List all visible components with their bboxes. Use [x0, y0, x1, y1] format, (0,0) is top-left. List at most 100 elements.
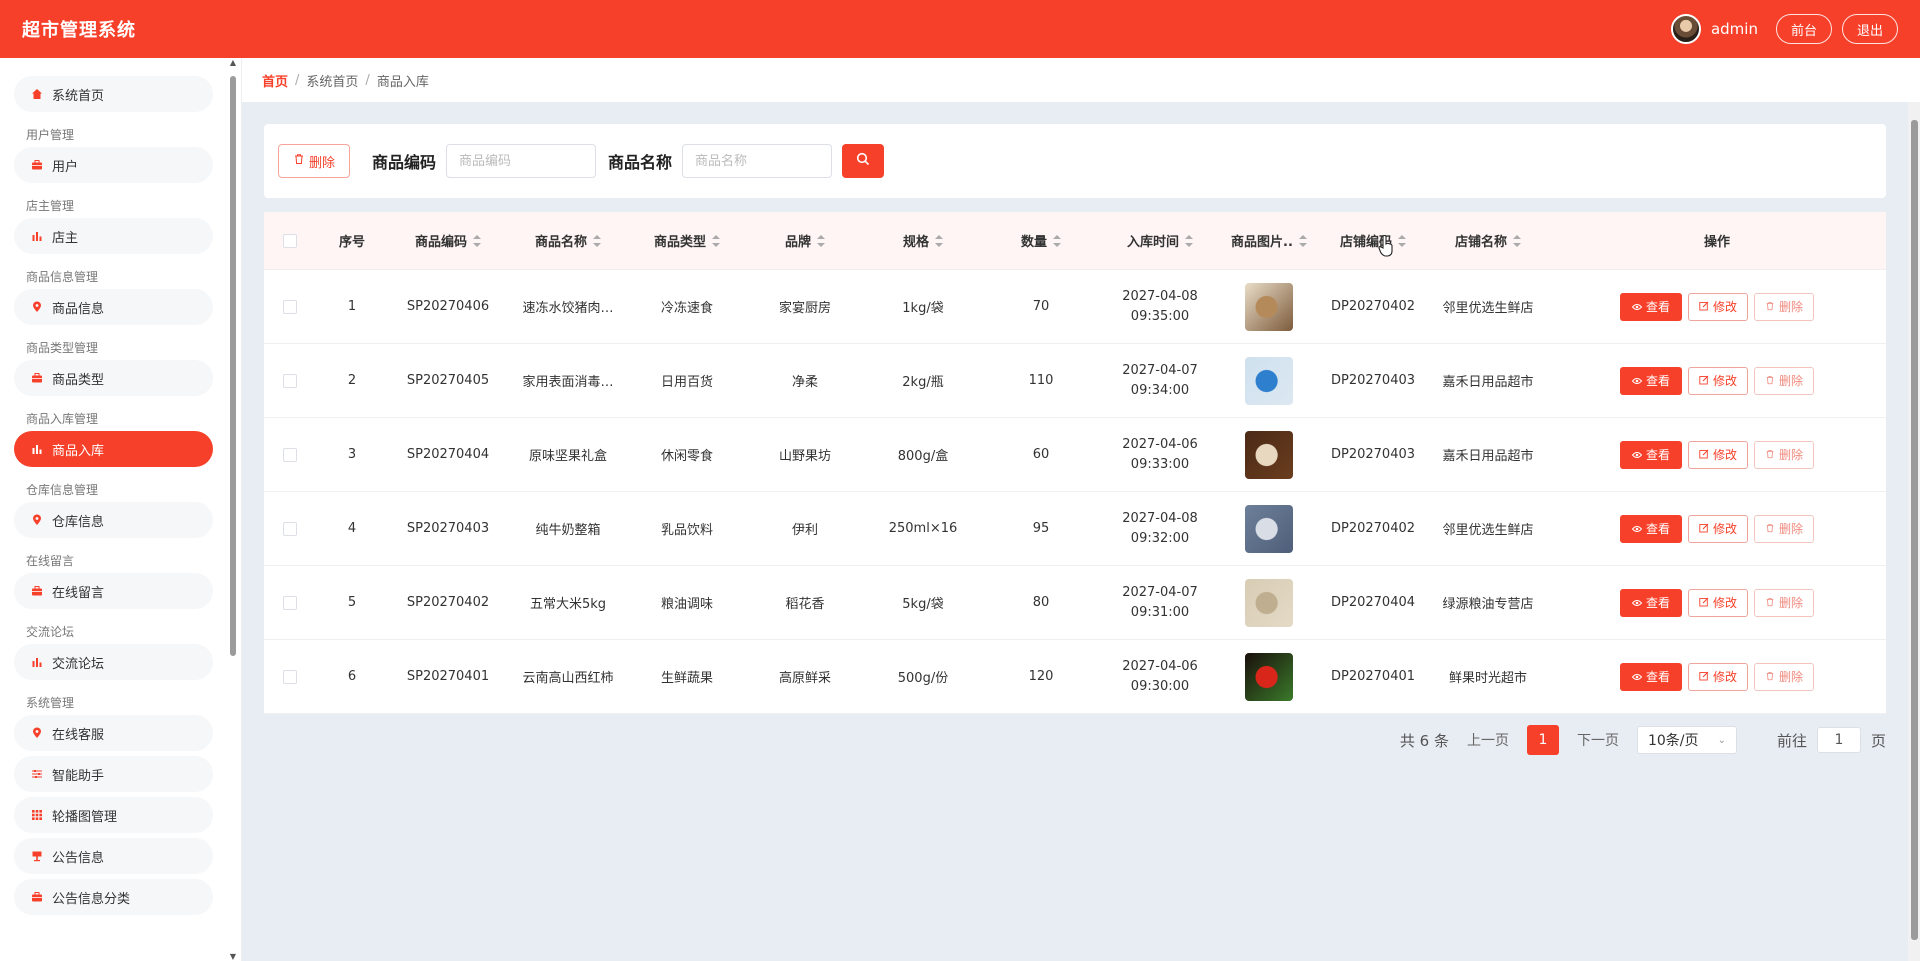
scroll-down-arrow-icon[interactable]: ▼ — [229, 952, 237, 961]
sidebar-item[interactable]: 用户 — [14, 147, 213, 183]
col-header-time[interactable]: 入库时间 — [1100, 231, 1220, 250]
view-button[interactable]: 查看 — [1619, 366, 1682, 395]
sidebar-item-home[interactable]: 系统首页 — [14, 76, 213, 112]
delete-button[interactable]: 删除 — [1754, 366, 1815, 395]
sidebar-item[interactable]: 智能助手 — [14, 756, 213, 792]
col-header-shop-name[interactable]: 店铺名称 — [1428, 231, 1548, 250]
avatar[interactable] — [1670, 14, 1701, 44]
product-thumbnail[interactable] — [1245, 578, 1293, 627]
sidebar-item[interactable]: 交流论坛 — [14, 644, 213, 680]
col-header-image[interactable]: 商品图片.. — [1220, 231, 1318, 250]
sidebar-item[interactable]: 商品入库 — [14, 431, 213, 467]
sidebar-item[interactable]: 公告信息分类 — [14, 879, 213, 915]
product-thumbnail[interactable] — [1245, 652, 1293, 701]
cell-ops: 查看 修改 删除 — [1548, 588, 1886, 617]
edit-button[interactable]: 修改 — [1687, 366, 1748, 395]
view-button[interactable]: 查看 — [1619, 292, 1682, 321]
delete-button[interactable]: 删除 — [1754, 514, 1815, 543]
delete-button[interactable]: 删除 — [1754, 662, 1815, 691]
col-header-label: 商品图片.. — [1231, 235, 1293, 250]
select-all-checkbox[interactable] — [283, 233, 297, 248]
table-row[interactable]: 3 SP20270404 原味坚果礼盒 休闲零食 山野果坊 800g/盒 60 2027-04… — [264, 418, 1886, 492]
sort-icon[interactable] — [1398, 234, 1406, 247]
scroll-up-arrow-icon[interactable]: ▲ — [229, 58, 237, 67]
sidebar-item[interactable]: 仓库信息 — [14, 502, 213, 538]
col-header-type[interactable]: 商品类型 — [628, 231, 746, 250]
table-row[interactable]: 6 SP20270401 云南高山西红柿 生鲜蔬果 高原鲜采 500g/份 120 2027-… — [264, 640, 1886, 714]
col-header-name[interactable]: 商品名称 — [508, 231, 628, 250]
main-scrollbar[interactable] — [1908, 102, 1920, 961]
sidebar-item-label: 在线客服 — [52, 727, 105, 743]
edit-button[interactable]: 修改 — [1687, 662, 1748, 691]
row-checkbox[interactable] — [283, 447, 297, 462]
name-search-input[interactable] — [682, 144, 833, 178]
view-button[interactable]: 查看 — [1619, 588, 1682, 617]
product-thumbnail[interactable] — [1245, 282, 1293, 331]
edit-button[interactable]: 修改 — [1687, 588, 1748, 617]
search-button[interactable] — [842, 144, 885, 178]
product-thumbnail[interactable] — [1245, 356, 1293, 405]
goto-page-input[interactable]: 1 — [1816, 727, 1861, 753]
sort-icon[interactable] — [593, 234, 601, 247]
sort-icon[interactable] — [1513, 234, 1521, 247]
sort-icon[interactable] — [712, 234, 720, 247]
sort-icon[interactable] — [935, 234, 943, 247]
edit-button[interactable]: 修改 — [1687, 514, 1748, 543]
view-button[interactable]: 查看 — [1619, 514, 1682, 543]
cell-index: 6 — [347, 669, 357, 684]
prev-page-button[interactable]: 上一页 — [1467, 730, 1509, 750]
breadcrumb-home[interactable]: 首页 — [262, 71, 288, 90]
page-size-select[interactable]: 10条/页 ⌄ — [1636, 726, 1737, 754]
breadcrumb-level1[interactable]: 系统首页 — [306, 71, 358, 90]
row-checkbox[interactable] — [283, 373, 297, 388]
edit-button[interactable]: 修改 — [1687, 440, 1748, 469]
sort-icon[interactable] — [473, 234, 481, 247]
sidebar-item[interactable]: 店主 — [14, 218, 213, 254]
row-checkbox[interactable] — [283, 521, 297, 536]
row-checkbox[interactable] — [283, 595, 297, 610]
delete-button[interactable]: 删除 — [1754, 440, 1815, 469]
sidebar-item[interactable]: 在线留言 — [14, 573, 213, 609]
view-button[interactable]: 查看 — [1619, 662, 1682, 691]
sidebar-item[interactable]: 商品类型 — [14, 360, 213, 396]
front-button[interactable]: 前台 — [1775, 14, 1832, 44]
col-header-code[interactable]: 商品编码 — [388, 231, 508, 250]
sort-icon[interactable] — [1185, 234, 1193, 247]
table-row[interactable]: 5 SP20270402 五常大米5kg 粮油调味 稻花香 5kg/袋 80 2027-04-… — [264, 566, 1886, 640]
delete-button[interactable]: 删除 — [1754, 588, 1815, 617]
sidebar-item[interactable]: 在线客服 — [14, 715, 213, 751]
col-header-brand[interactable]: 品牌 — [746, 231, 864, 250]
sidebar-item-label: 交流论坛 — [52, 656, 105, 672]
sidebar-item[interactable]: 商品信息 — [14, 289, 213, 325]
logout-button[interactable]: 退出 — [1841, 14, 1898, 44]
table-row[interactable]: 4 SP20270403 纯牛奶整箱 乳品饮料 伊利 250ml×16 95 2027-04-… — [264, 492, 1886, 566]
sort-icon[interactable] — [817, 234, 825, 247]
delete-button[interactable]: 删除 — [1754, 292, 1815, 321]
sidebar-group-title: 在线留言 — [26, 554, 75, 568]
col-header-shop-code[interactable]: 店铺编码 — [1318, 231, 1428, 250]
col-header-qty[interactable]: 数量 — [982, 231, 1100, 250]
product-thumbnail[interactable] — [1245, 504, 1293, 553]
main-scroll-thumb[interactable] — [1911, 120, 1918, 940]
edit-icon — [1699, 670, 1709, 684]
col-header-label: 商品名称 — [534, 235, 587, 250]
sidebar-item[interactable]: 轮播图管理 — [14, 797, 213, 833]
row-checkbox[interactable] — [283, 669, 297, 684]
sidebar-scrollbar[interactable]: ▲ ▼ — [229, 58, 237, 961]
view-button[interactable]: 查看 — [1619, 440, 1682, 469]
row-checkbox[interactable] — [283, 299, 297, 314]
edit-button[interactable]: 修改 — [1687, 292, 1748, 321]
current-page-button[interactable]: 1 — [1526, 725, 1559, 755]
sidebar-scroll-thumb[interactable] — [230, 76, 236, 656]
table-row[interactable]: 1 SP20270406 速冻水饺猪肉… 冷冻速食 家宴厨房 1kg/袋 70 2027-04… — [264, 270, 1886, 344]
table-row[interactable]: 2 SP20270405 家用表面消毒… 日用百货 净柔 2kg/瓶 110 2027-04-… — [264, 344, 1886, 418]
batch-delete-button[interactable]: 删除 — [278, 144, 351, 178]
username[interactable]: admin — [1711, 20, 1758, 38]
product-thumbnail[interactable] — [1245, 430, 1293, 479]
code-search-input[interactable] — [446, 144, 597, 178]
sort-icon[interactable] — [1053, 234, 1061, 247]
sort-icon[interactable] — [1298, 234, 1307, 247]
sidebar-item[interactable]: 公告信息 — [14, 838, 213, 874]
next-page-button[interactable]: 下一页 — [1577, 730, 1619, 750]
col-header-spec[interactable]: 规格 — [864, 231, 982, 250]
